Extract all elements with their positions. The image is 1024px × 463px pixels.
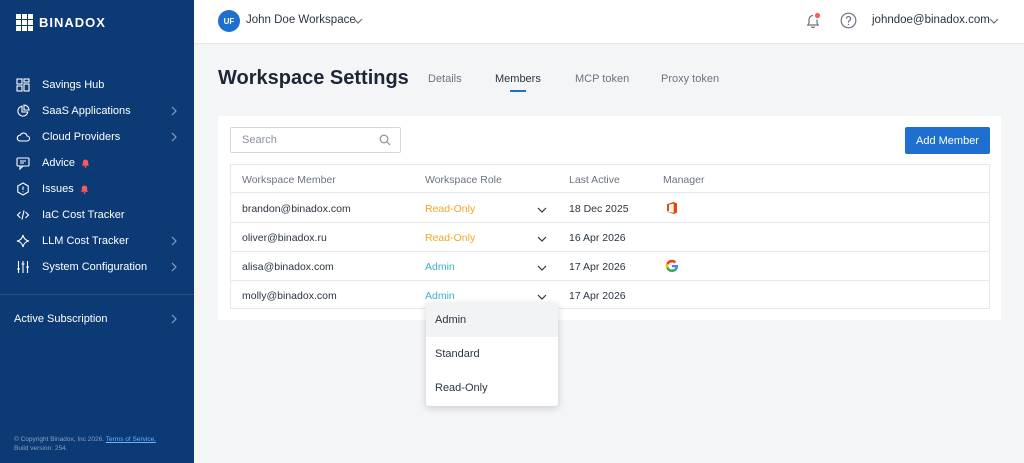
- member-email: brandon@binadox.com: [242, 203, 351, 215]
- sidebar-item-label: Issues: [42, 183, 74, 195]
- active-subscription-link[interactable]: Active Subscription: [14, 313, 180, 325]
- column-header-member[interactable]: Workspace Member: [242, 174, 336, 186]
- member-email: molly@binadox.com: [242, 290, 337, 302]
- table-header: Workspace Member Workspace Role Last Act…: [231, 165, 989, 193]
- chevron-right-icon: [171, 262, 177, 272]
- sidebar-item-label: Advice: [42, 157, 76, 169]
- office-icon: [667, 202, 677, 214]
- sliders-icon: [16, 260, 30, 274]
- chevron-down-icon[interactable]: [536, 291, 548, 303]
- member-role[interactable]: Read-Only: [425, 232, 475, 244]
- sidebar-item-advice[interactable]: Advice: [0, 150, 194, 176]
- sidebar-item-saas-applications[interactable]: SaaS Applications: [0, 98, 194, 124]
- build-version: Build version: 254.: [14, 445, 68, 452]
- members-table: Workspace Member Workspace Role Last Act…: [230, 164, 990, 309]
- column-header-last-active[interactable]: Last Active: [569, 174, 620, 186]
- hexagon-alert-icon: [16, 182, 30, 196]
- table-row: alisa@binadox.com Admin 17 Apr 2026: [231, 252, 989, 281]
- tab-proxy-token[interactable]: Proxy token: [661, 73, 719, 85]
- member-last-active: 18 Dec 2025: [569, 203, 629, 215]
- cloud-icon: [16, 130, 30, 144]
- workspace-selector[interactable]: John Doe Workspace: [246, 14, 356, 26]
- member-role[interactable]: Admin: [425, 261, 455, 273]
- pie-chart-icon: [16, 104, 30, 118]
- tab-mcp-token[interactable]: MCP token: [575, 73, 629, 85]
- sidebar-item-label: IaC Cost Tracker: [42, 209, 125, 221]
- user-menu[interactable]: johndoe@binadox.com: [872, 14, 990, 26]
- sidebar-item-iac-cost-tracker[interactable]: IaC Cost Tracker: [0, 202, 194, 228]
- grid-icon: [16, 78, 30, 92]
- code-icon: [16, 208, 30, 222]
- help-icon[interactable]: [840, 12, 857, 29]
- copyright-text: © Copyright Binadox, Inc 2026.: [14, 436, 105, 443]
- sidebar-item-issues[interactable]: Issues: [0, 176, 194, 202]
- sidebar-item-label: Cloud Providers: [42, 131, 121, 143]
- chevron-right-icon: [171, 314, 177, 324]
- page-title: Workspace Settings: [218, 67, 409, 89]
- alert-bell-icon: [81, 158, 90, 168]
- role-option-admin[interactable]: Admin: [426, 303, 558, 337]
- chat-icon: [16, 156, 30, 170]
- notifications-bell-icon[interactable]: [806, 12, 822, 29]
- top-bar: UF John Doe Workspace johndoe@binadox.co…: [194, 0, 1024, 44]
- member-last-active: 16 Apr 2026: [569, 232, 626, 244]
- column-header-manager[interactable]: Manager: [663, 174, 704, 186]
- tab-details[interactable]: Details: [428, 73, 462, 85]
- active-subscription-label: Active Subscription: [14, 313, 108, 325]
- sidebar-item-label: Savings Hub: [42, 79, 105, 91]
- chevron-right-icon: [171, 106, 177, 116]
- chevron-down-icon[interactable]: [536, 204, 548, 216]
- chevron-right-icon: [171, 236, 177, 246]
- tab-members[interactable]: Members: [495, 73, 541, 85]
- sidebar-item-cloud-providers[interactable]: Cloud Providers: [0, 124, 194, 150]
- member-last-active: 17 Apr 2026: [569, 261, 626, 273]
- google-icon: [665, 259, 678, 273]
- search-input[interactable]: [231, 128, 371, 152]
- member-role[interactable]: Admin: [425, 290, 455, 302]
- member-email: oliver@binadox.ru: [242, 232, 327, 244]
- alert-bell-icon: [80, 184, 88, 194]
- sparkle-icon: [16, 234, 30, 248]
- role-option-read-only[interactable]: Read-Only: [426, 371, 558, 405]
- chevron-right-icon: [171, 132, 177, 142]
- brand-logo[interactable]: BINADOX: [16, 14, 106, 31]
- member-email: alisa@binadox.com: [242, 261, 334, 273]
- chevron-down-icon[interactable]: [988, 15, 1000, 27]
- table-row: molly@binadox.com Admin 17 Apr 2026: [231, 281, 989, 310]
- table-row: oliver@binadox.ru Read-Only 16 Apr 2026: [231, 223, 989, 252]
- member-last-active: 17 Apr 2026: [569, 290, 626, 302]
- chevron-down-icon[interactable]: [536, 233, 548, 245]
- add-member-button[interactable]: Add Member: [905, 127, 990, 154]
- sidebar-footer: © Copyright Binadox, Inc 2026. Terms of …: [14, 435, 194, 453]
- sidebar-item-system-configuration[interactable]: System Configuration: [0, 254, 194, 280]
- table-row: brandon@binadox.com Read-Only 18 Dec 202…: [231, 194, 989, 223]
- chevron-down-icon[interactable]: [536, 262, 548, 274]
- sidebar-item-llm-cost-tracker[interactable]: LLM Cost Tracker: [0, 228, 194, 254]
- role-dropdown-menu: Admin Standard Read-Only: [426, 303, 558, 406]
- logo-mark-icon: [16, 14, 33, 31]
- active-tab-indicator: [510, 90, 526, 92]
- sidebar: BINADOX Savings Hub SaaS Applications Cl…: [0, 0, 194, 463]
- chevron-down-icon[interactable]: [352, 15, 364, 27]
- column-header-role[interactable]: Workspace Role: [425, 174, 502, 186]
- sidebar-divider: [0, 294, 194, 295]
- sidebar-nav: Savings Hub SaaS Applications Cloud Prov…: [0, 72, 194, 280]
- sidebar-item-label: LLM Cost Tracker: [42, 235, 129, 247]
- terms-of-service-link[interactable]: Terms of Service.: [106, 436, 156, 443]
- brand-name: BINADOX: [39, 15, 106, 30]
- sidebar-item-label: SaaS Applications: [42, 105, 131, 117]
- sidebar-item-label: System Configuration: [42, 261, 148, 273]
- search-box: [230, 127, 401, 153]
- workspace-avatar[interactable]: UF: [218, 10, 240, 32]
- member-role[interactable]: Read-Only: [425, 203, 475, 215]
- search-icon[interactable]: [379, 134, 391, 146]
- role-option-standard[interactable]: Standard: [426, 337, 558, 371]
- sidebar-item-savings-hub[interactable]: Savings Hub: [0, 72, 194, 98]
